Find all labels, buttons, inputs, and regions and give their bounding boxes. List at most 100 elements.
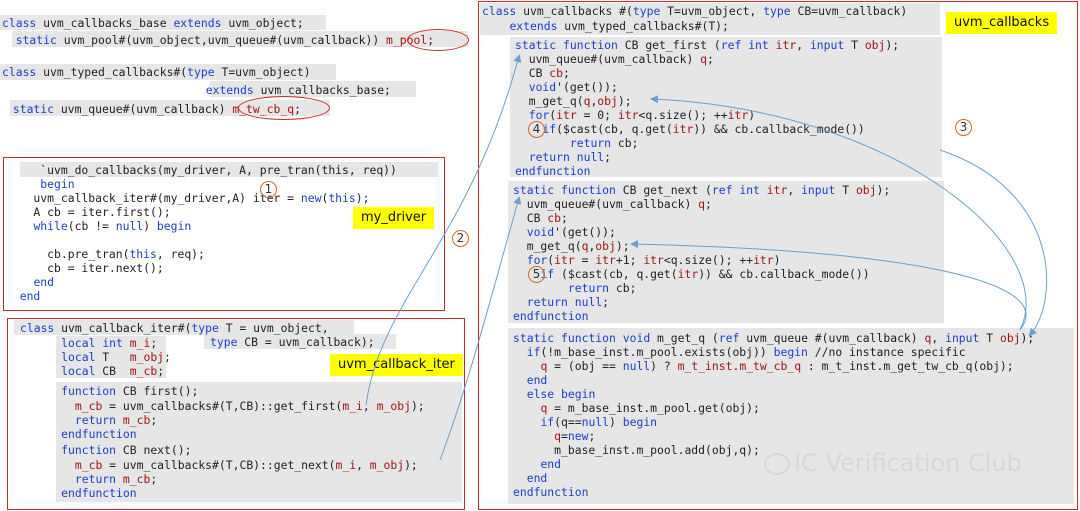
code-keyword: function xyxy=(61,384,117,398)
code-line: return null; xyxy=(515,150,611,164)
code-text: uvm_callbacks_base; xyxy=(253,83,391,97)
code-variable: m_obj xyxy=(376,399,411,413)
code-line: uvm_queue#(uvm_callback) q; xyxy=(515,52,714,66)
code-variable: itr xyxy=(672,122,694,136)
code-keyword: return xyxy=(567,281,610,295)
code-text: ; xyxy=(157,364,165,378)
code-keyword: extends xyxy=(509,19,558,33)
code-text: = uvm_callbacks#(T,CB)::get_first( xyxy=(102,399,343,413)
code-line: return null; xyxy=(513,295,609,309)
watermark-text: IC Verification Club xyxy=(794,449,1022,477)
code-text: cb = iter.next(); xyxy=(6,261,164,275)
code-variable: itr xyxy=(554,253,575,267)
code-line: endfunction xyxy=(20,427,136,441)
code-line: A cb = iter.first(); xyxy=(6,205,171,219)
code-line: return m_cb; xyxy=(20,413,157,427)
code-keyword: end xyxy=(526,471,548,485)
code-keyword: type xyxy=(210,335,238,349)
code-text: ; xyxy=(707,52,714,66)
code-keyword: static xyxy=(513,183,555,197)
code-text: uvm_queue#(uvm_callback) xyxy=(515,52,701,66)
code-text: T = uvm_object, xyxy=(218,321,329,335)
code-keyword: while xyxy=(33,219,68,233)
code-variable: itr xyxy=(766,183,788,197)
code-keyword: for xyxy=(526,253,548,267)
code-keyword: return xyxy=(569,136,612,150)
code-text: m_get_q ( xyxy=(650,331,719,345)
code-text: uvm_queue#(uvm_callback) xyxy=(54,102,233,116)
code-text: = xyxy=(561,429,568,443)
code-keyword: void xyxy=(622,331,651,345)
code-keyword: class xyxy=(2,16,37,30)
code-text: T xyxy=(835,183,856,197)
code-variable: m_obj xyxy=(369,458,405,472)
code-text: uvm_callback_iter#( xyxy=(54,321,192,335)
code-text: ) xyxy=(773,253,781,267)
code-variable: itr xyxy=(556,108,577,122)
code-line: `uvm_do_callbacks(my_driver, A, pre_tran… xyxy=(6,163,397,177)
wechat-icon xyxy=(764,453,790,475)
code-line: extends uvm_typed_callbacks#(T); xyxy=(482,19,728,33)
code-text: ); xyxy=(617,94,632,108)
code-variable: itr xyxy=(643,253,664,267)
code-text: CB xyxy=(515,66,550,80)
code-variable: obj xyxy=(855,183,877,197)
code-line: if(!m_base_inst.m_pool.exists(obj)) begi… xyxy=(513,345,966,359)
code-keyword: static xyxy=(513,331,555,345)
highlight-oval-m-tw-cb-q xyxy=(238,96,330,120)
code-variable: m_i xyxy=(129,336,151,350)
step-circle-4: 4 xyxy=(528,121,545,138)
code-text: CB get_first ( xyxy=(617,38,721,52)
code-text: ; xyxy=(150,413,158,427)
code-keyword: end xyxy=(540,457,562,471)
code-line: static function CB get_first (ref int it… xyxy=(515,38,899,52)
code-text: T xyxy=(979,331,1000,345)
my-driver-label: my_driver xyxy=(353,207,435,229)
code-keyword: input xyxy=(801,183,836,197)
code-keyword: local xyxy=(61,364,96,378)
code-text: )) && cb.callback_mode()) xyxy=(698,267,870,281)
code-variable: m_cb xyxy=(74,399,103,413)
code-keyword: class xyxy=(482,4,517,18)
code-keyword: int xyxy=(739,183,760,197)
code-text: (q== xyxy=(554,415,582,429)
code-text: uvm_queue#(uvm_callback) xyxy=(513,197,699,211)
code-keyword: function xyxy=(561,183,616,197)
code-text: A cb = iter.first(); xyxy=(6,205,171,219)
code-line: void'(get()); xyxy=(515,80,618,94)
code-text: ); xyxy=(876,183,891,197)
code-text: ); xyxy=(355,191,370,205)
code-text: ) xyxy=(609,415,623,429)
callback-iter-label: uvm_callback_iter xyxy=(330,354,463,376)
code-keyword: return xyxy=(74,472,117,486)
code-line: CB cb; xyxy=(513,211,568,225)
code-keyword: if xyxy=(526,345,541,359)
code-text: ; xyxy=(602,295,610,309)
code-keyword: return xyxy=(528,150,570,164)
code-text: uvm_queue #(uvm_callback) xyxy=(739,331,925,345)
code-variable: itr xyxy=(727,108,749,122)
code-text: '(get()); xyxy=(556,80,618,94)
code-line: m_cb = uvm_callbacks#(T,CB)::get_next(m_… xyxy=(20,458,418,472)
code-text: m_get_q( xyxy=(513,239,582,253)
